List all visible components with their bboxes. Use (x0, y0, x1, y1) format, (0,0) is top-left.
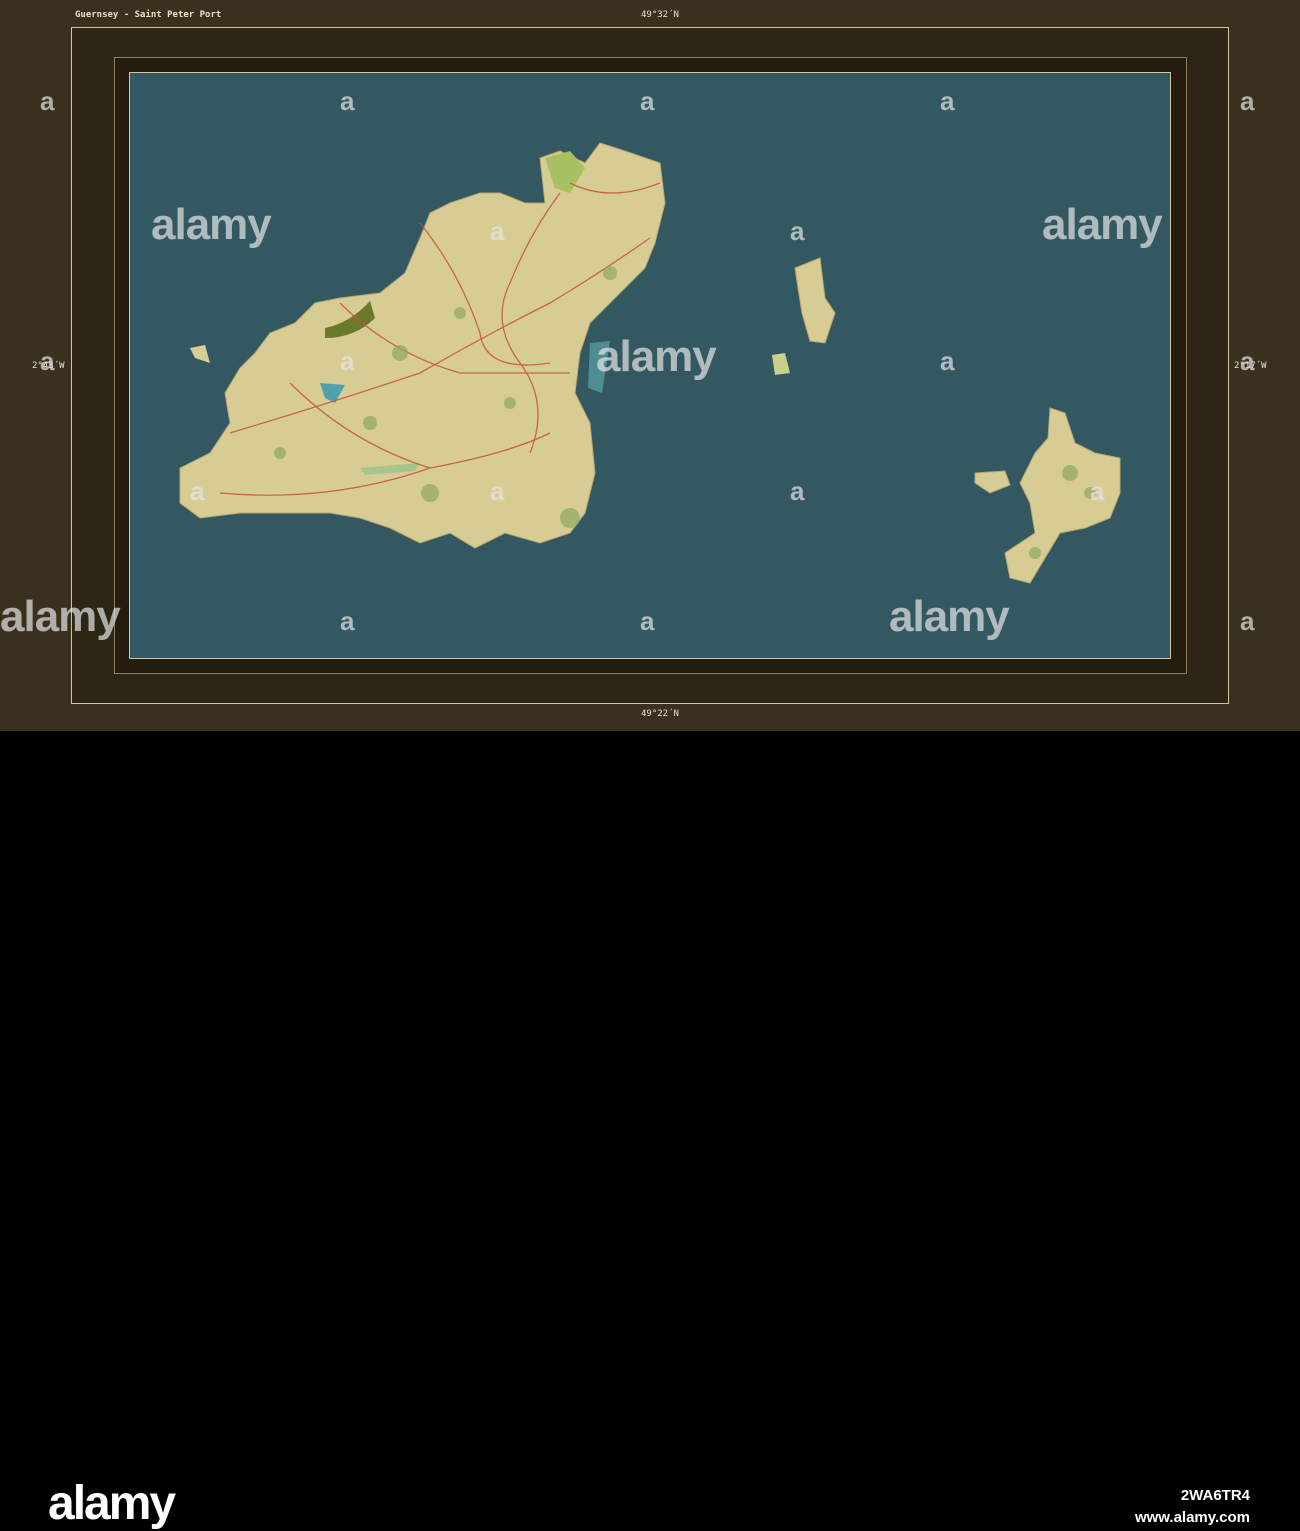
watermark-letter: a (790, 216, 805, 246)
watermark-letter: a (340, 346, 355, 376)
watermark-letter: a (190, 476, 205, 506)
watermark-letter: a (790, 476, 805, 506)
watermark: alamy (0, 592, 121, 641)
latitude-top-label: 49°32´N (641, 10, 679, 20)
watermark-letter: a (640, 606, 655, 636)
watermark-letter: a (1240, 346, 1255, 376)
watermark-letter: a (640, 86, 655, 116)
watermark: alamy (596, 332, 717, 381)
alamy-logo: alamy (48, 1477, 176, 1530)
watermark-letter: a (340, 606, 355, 636)
map-frame: Guernsey - Saint Peter Port 49°32´N 49°2… (0, 0, 1300, 731)
watermark-letter: a (40, 346, 55, 376)
watermark-letter: a (1240, 606, 1255, 636)
latitude-bottom-label: 49°22´N (641, 709, 679, 719)
watermark: alamy (1042, 200, 1163, 249)
herm-island (772, 257, 836, 375)
watermark-letter: a (940, 86, 955, 116)
watermark: alamy (151, 200, 272, 249)
watermark-letter: a (1090, 476, 1105, 506)
map-title: Guernsey - Saint Peter Port (75, 10, 222, 20)
image-id: 2WA6TR4 (1180, 1487, 1250, 1504)
watermark-letter: a (340, 86, 355, 116)
watermark: alamy (889, 592, 1010, 641)
watermark-letter: a (40, 86, 55, 116)
site-url[interactable]: www.alamy.com (1135, 1509, 1250, 1526)
watermark-letter: a (490, 476, 505, 506)
stock-footer: alamy 2WA6TR4 www.alamy.com (0, 731, 1300, 1530)
watermark-letter: a (940, 346, 955, 376)
watermark-letter: a (490, 216, 505, 246)
watermark-letter: a (1240, 86, 1255, 116)
